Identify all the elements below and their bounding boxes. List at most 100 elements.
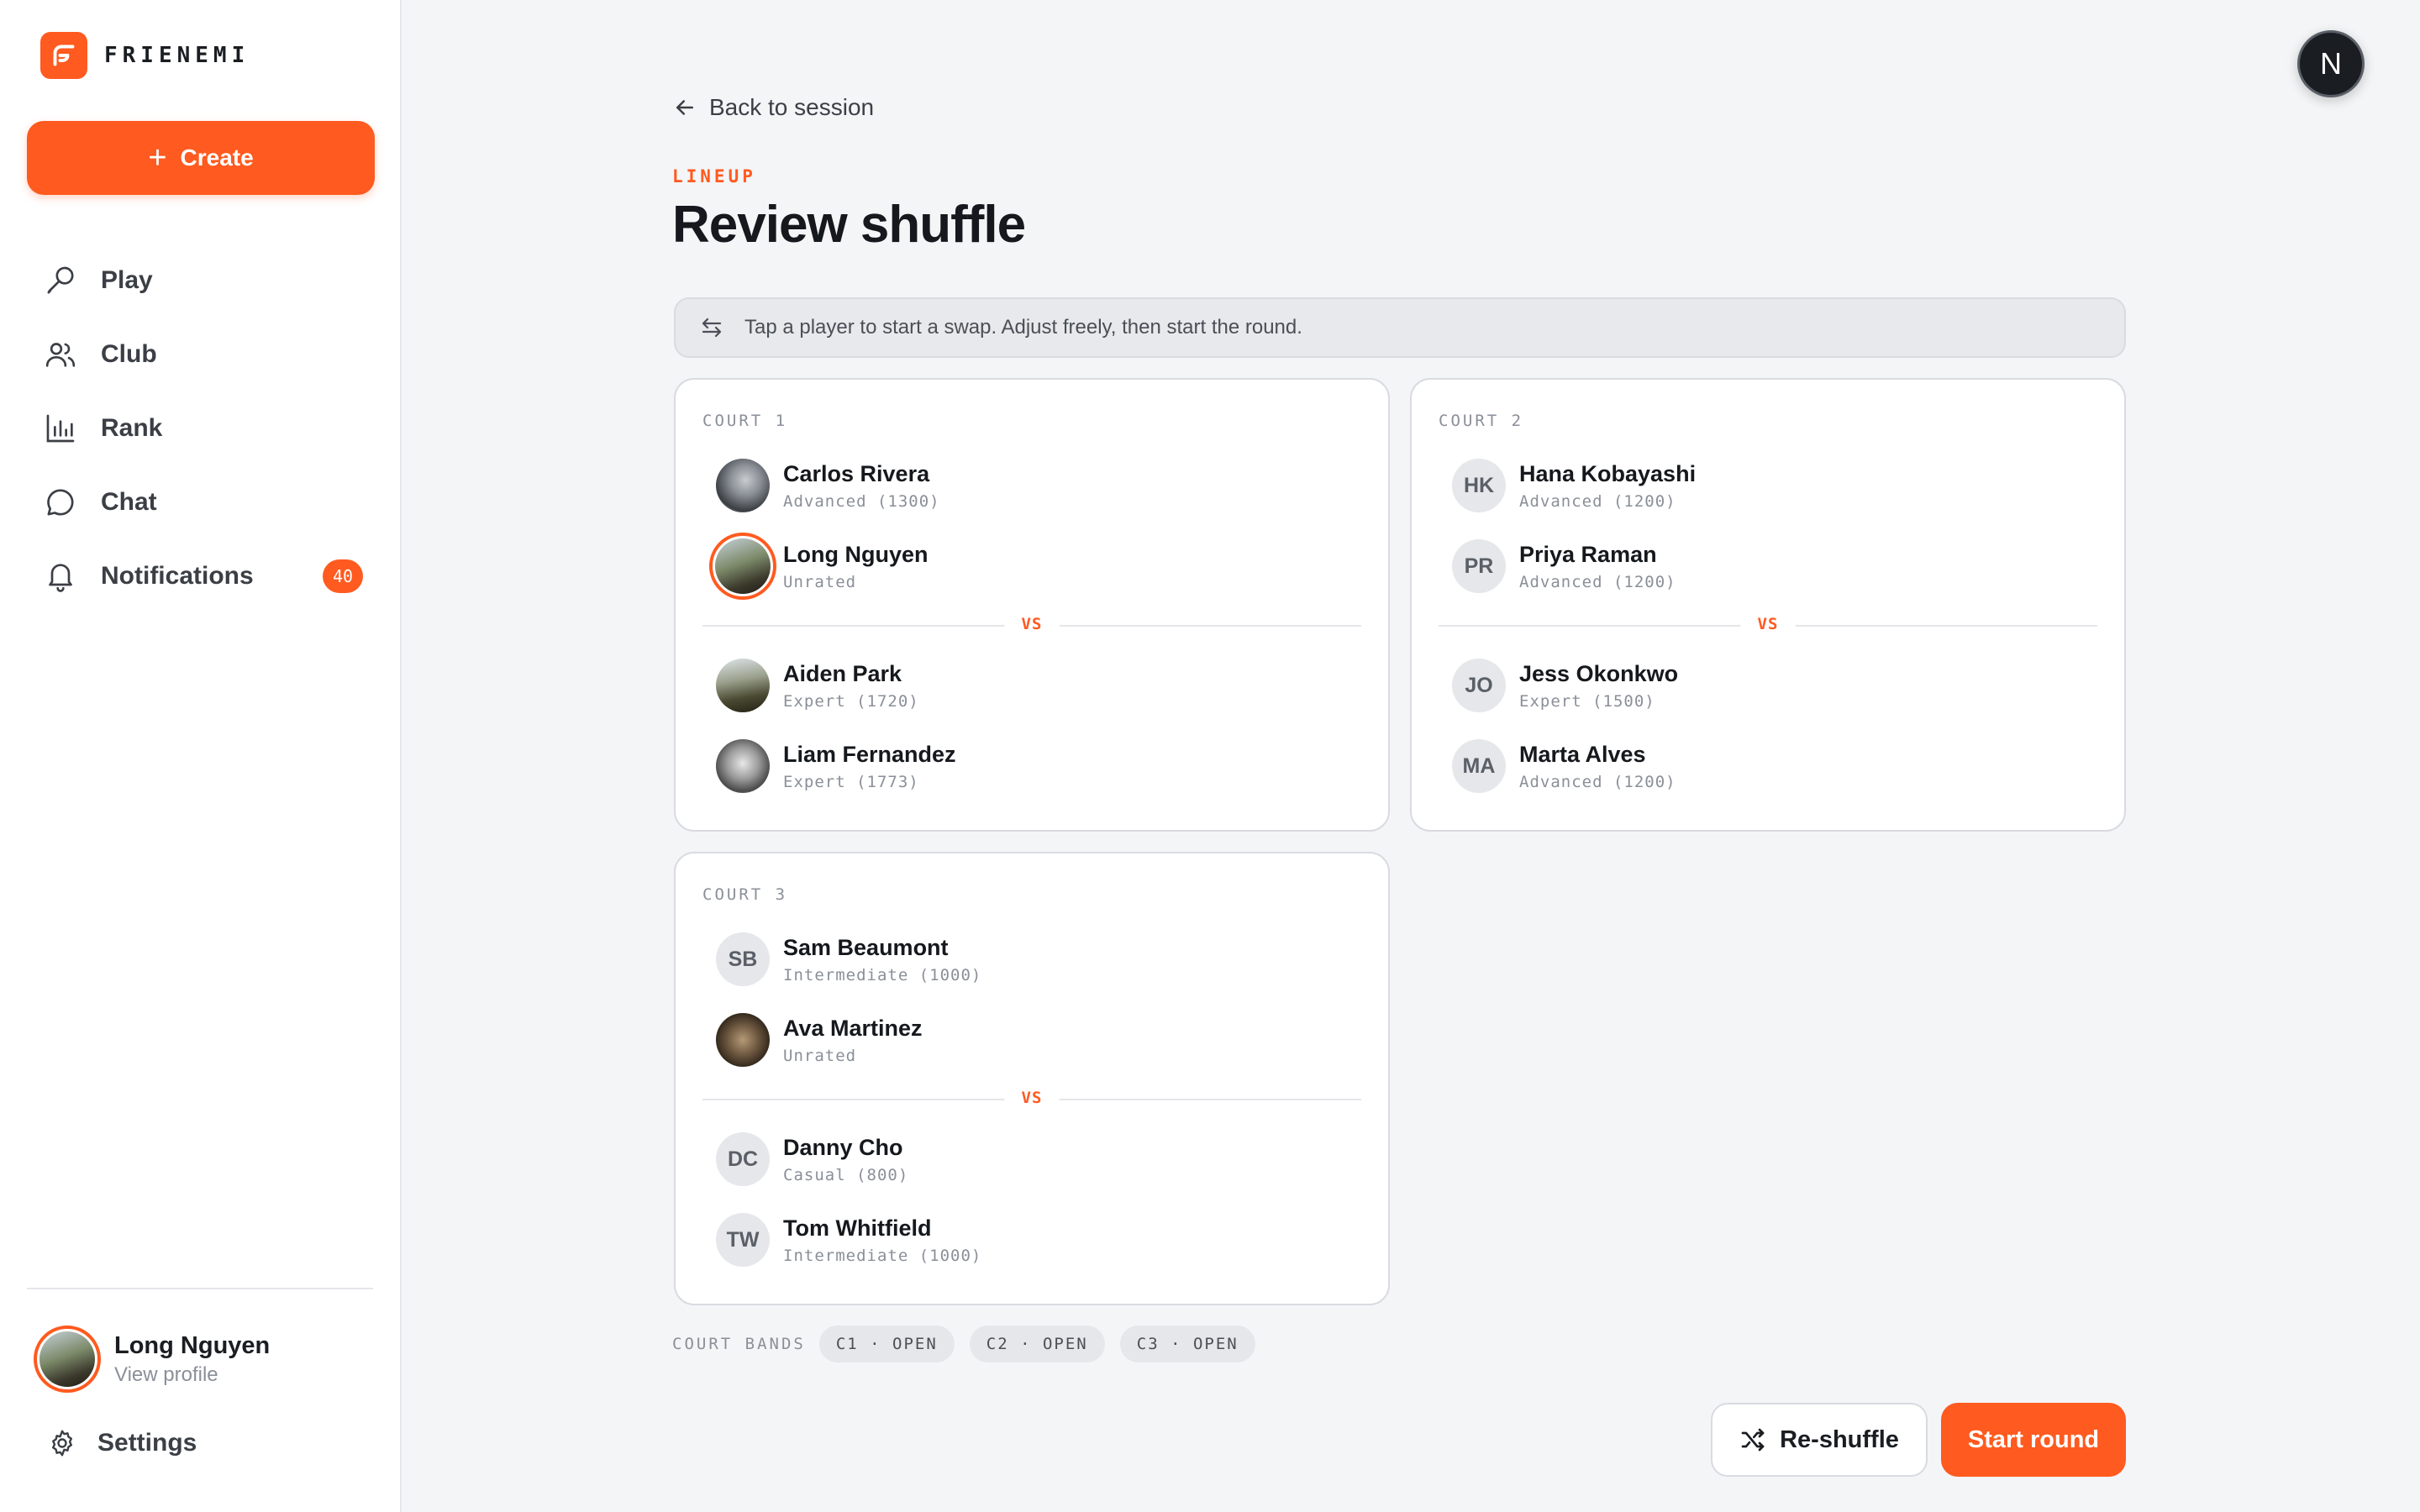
avatar: MA (1452, 739, 1506, 793)
back-to-session-link[interactable]: Back to session (672, 94, 874, 121)
arrow-left-icon (676, 100, 693, 115)
start-round-label: Start round (1967, 1425, 2100, 1453)
sidebar-item-play[interactable]: Play (44, 244, 363, 318)
player-slot[interactable]: Carlos Rivera Advanced (1300) (716, 459, 940, 512)
player-level: Intermediate (1000) (783, 1246, 982, 1265)
plus-icon: + (148, 140, 167, 176)
page-title: Review shuffle (672, 196, 1026, 254)
avatar (716, 739, 770, 793)
reshuffle-label: Re-shuffle (1780, 1425, 1899, 1453)
court-bands-label: COURT BANDS (672, 1335, 806, 1353)
sidebar-item-club[interactable]: Club (44, 318, 363, 391)
avatar: JO (1452, 659, 1506, 712)
player-name: Jess Okonkwo (1519, 660, 1679, 686)
sidebar-item-rank[interactable]: Rank (44, 391, 363, 465)
avatar: TW (716, 1213, 770, 1267)
avatar: HK (1452, 459, 1506, 512)
player-level: Expert (1720) (783, 691, 919, 711)
notifications-badge: 40 (323, 559, 363, 593)
court-card-1: COURT 1 Carlos Rivera Advanced (1300) Lo… (674, 378, 1390, 832)
player-level: Casual (800) (783, 1165, 909, 1184)
player-level: Unrated (783, 1046, 857, 1065)
player-level: Advanced (1200) (1519, 491, 1676, 511)
avatar (716, 459, 770, 512)
create-button-label: Create (180, 144, 254, 171)
player-slot[interactable]: TW Tom Whitfield Intermediate (1000) (716, 1213, 981, 1267)
sidebar-profile[interactable]: Long Nguyen View profile (34, 1326, 270, 1393)
sidebar-item-label: Rank (101, 414, 163, 442)
shuffle-icon (1741, 1428, 1765, 1452)
player-slot[interactable]: SB Sam Beaumont Intermediate (1000) (716, 932, 981, 986)
vs-divider: VS (702, 615, 1361, 633)
player-slot[interactable]: Aiden Park Expert (1720) (716, 659, 919, 712)
start-round-button[interactable]: Start round (1941, 1403, 2126, 1477)
vs-divider: VS (702, 1089, 1361, 1107)
court-bands: COURT BANDS C1 · OPEN C2 · OPEN C3 · OPE… (672, 1326, 1270, 1362)
swap-arrows-icon (702, 318, 722, 338)
hint-text: Tap a player to start a swap. Adjust fre… (744, 316, 1302, 339)
player-slot[interactable]: DC Danny Cho Casual (800) (716, 1132, 908, 1186)
player-level: Unrated (783, 572, 857, 591)
player-name: Priya Raman (1519, 541, 1657, 567)
user-avatar-button[interactable]: N (2297, 30, 2365, 97)
avatar: SB (716, 932, 770, 986)
create-button[interactable]: + Create (27, 121, 375, 195)
brand[interactable]: FRIENEMI (40, 32, 250, 79)
court-band-chip[interactable]: C1 · OPEN (818, 1326, 955, 1362)
reshuffle-button[interactable]: Re-shuffle (1711, 1403, 1928, 1477)
court-card-2: COURT 2 HK Hana Kobayashi Advanced (1200… (1410, 378, 2126, 832)
brand-name: FRIENEMI (104, 43, 250, 68)
settings-label: Settings (97, 1429, 197, 1457)
sidebar-item-label: Notifications (101, 562, 254, 590)
bar-chart-icon (46, 414, 75, 443)
player-name: Long Nguyen (783, 541, 929, 567)
player-name: Marta Alves (1519, 741, 1646, 767)
sidebar-item-label: Play (101, 266, 153, 294)
page-eyebrow: LINEUP (672, 166, 756, 186)
vs-divider: VS (1439, 615, 2097, 633)
swap-hint-banner: Tap a player to start a swap. Adjust fre… (674, 297, 2126, 358)
bell-icon (49, 564, 72, 592)
sidebar-item-settings[interactable]: Settings (47, 1428, 197, 1458)
player-slot[interactable]: HK Hana Kobayashi Advanced (1200) (1452, 459, 1696, 512)
sidebar-nav: Play Club Rank Chat Notifications 40 (44, 244, 363, 613)
player-level: Expert (1500) (1519, 691, 1655, 711)
sidebar: FRIENEMI + Create Play Club Rank Chat No… (0, 0, 402, 1512)
vs-label: VS (1004, 1089, 1060, 1107)
player-name: Sam Beaumont (783, 934, 949, 960)
sidebar-item-label: Club (101, 340, 157, 368)
sidebar-divider (27, 1288, 373, 1289)
player-slot[interactable]: Liam Fernandez Expert (1773) (716, 739, 956, 793)
court-label: COURT 2 (1439, 412, 1524, 430)
player-name: Hana Kobayashi (1519, 460, 1697, 486)
player-level: Advanced (1300) (783, 491, 940, 511)
player-name: Liam Fernandez (783, 741, 956, 767)
court-band-chip[interactable]: C2 · OPEN (969, 1326, 1105, 1362)
sidebar-item-label: Chat (101, 488, 157, 516)
court-card-3: COURT 3 SB Sam Beaumont Intermediate (10… (674, 852, 1390, 1305)
sidebar-item-chat[interactable]: Chat (44, 465, 363, 539)
player-name: Danny Cho (783, 1134, 903, 1160)
player-slot[interactable]: JO Jess Okonkwo Expert (1500) (1452, 659, 1678, 712)
player-name: Ava Martinez (783, 1015, 923, 1041)
sidebar-item-notifications[interactable]: Notifications 40 (44, 539, 363, 613)
court-band-chip[interactable]: C3 · OPEN (1119, 1326, 1255, 1362)
users-icon (45, 343, 76, 367)
player-level: Advanced (1200) (1519, 772, 1676, 791)
chat-bubble-icon (47, 489, 74, 516)
player-level: Advanced (1200) (1519, 572, 1676, 591)
player-level: Intermediate (1000) (783, 965, 982, 984)
player-slot[interactable]: Ava Martinez Unrated (716, 1013, 923, 1067)
gear-icon (52, 1430, 72, 1457)
player-slot[interactable]: PR Priya Raman Advanced (1200) (1452, 539, 1676, 593)
vs-label: VS (1740, 615, 1796, 633)
avatar (34, 1326, 101, 1393)
racket-icon (47, 266, 74, 294)
player-slot[interactable]: MA Marta Alves Advanced (1200) (1452, 739, 1676, 793)
avatar (716, 1013, 770, 1067)
view-profile-link[interactable]: View profile (114, 1363, 270, 1387)
avatar: DC (716, 1132, 770, 1186)
player-slot-selected[interactable]: Long Nguyen Unrated (709, 533, 929, 600)
profile-name: Long Nguyen (114, 1331, 271, 1359)
avatar (716, 659, 770, 712)
